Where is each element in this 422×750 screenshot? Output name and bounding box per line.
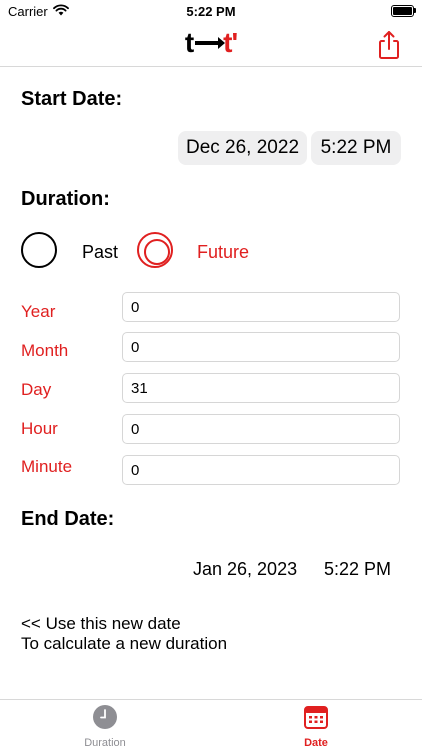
logo-right: t' [223,27,238,58]
calendar-icon [304,706,328,729]
status-time: 5:22 PM [186,4,236,19]
start-time-picker[interactable]: 5:22 PM [311,131,401,165]
clock-icon [93,705,117,729]
tab-date-label[interactable]: Date [256,737,376,749]
future-label[interactable]: Future [197,242,249,263]
nav-divider [0,66,422,67]
year-input[interactable] [122,292,400,322]
logo-left: t [184,27,194,58]
share-button[interactable] [372,28,406,62]
tab-bar-divider [0,699,422,700]
day-input[interactable] [122,373,400,403]
day-label: Day [21,380,52,399]
past-radio[interactable] [21,232,57,268]
battery-tip [414,8,416,13]
duration-title: Duration: [21,188,110,210]
start-date-title: Start Date: [21,88,123,110]
arrow-right-icon [195,36,226,49]
end-date-title: End Date: [21,508,115,530]
use-new-date-line1[interactable]: << Use this new date [21,614,227,634]
year-label: Year [21,302,56,321]
share-icon [379,31,399,59]
end-time-value: 5:22 PM [324,559,392,579]
hour-input[interactable] [122,414,400,444]
minute-input[interactable] [122,455,400,485]
app-logo: t t' [0,27,422,59]
tab-duration[interactable]: Duration [45,704,165,749]
tab-date[interactable]: Date [256,704,376,749]
hour-label: Hour [21,419,58,438]
past-label[interactable]: Past [82,242,118,263]
use-new-date-link[interactable]: << Use this new date To calculate a new … [21,614,227,654]
month-input[interactable] [122,332,400,362]
end-date-value: Jan 26, 2023 [193,559,298,579]
start-date-picker[interactable]: Dec 26, 2022 [178,131,307,165]
use-new-date-line2[interactable]: To calculate a new duration [21,634,227,654]
status-bar: Carrier 5:22 PM [0,0,422,24]
month-label: Month [21,341,69,360]
future-radio[interactable] [137,232,173,268]
minute-label: Minute [21,457,73,476]
battery-icon [391,5,414,17]
tab-duration-label[interactable]: Duration [45,737,165,749]
